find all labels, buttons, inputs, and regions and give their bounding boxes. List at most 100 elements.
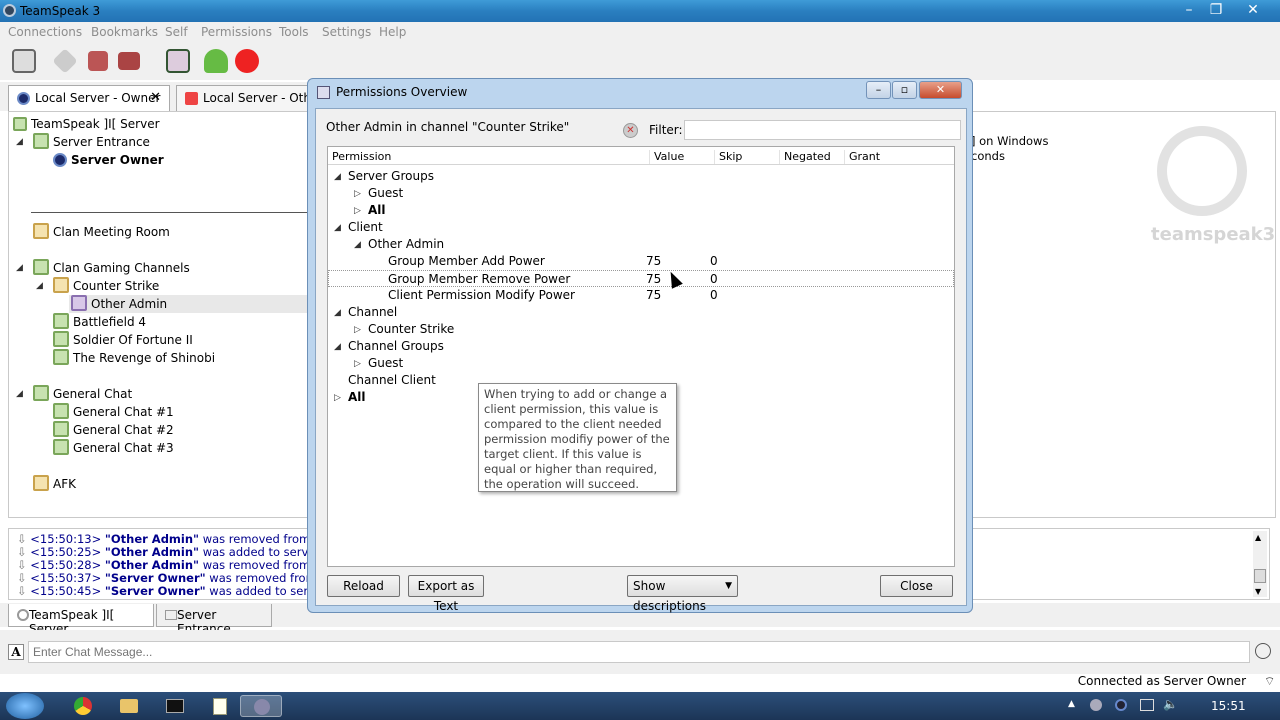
clear-filter-icon[interactable]: ✕ xyxy=(623,123,638,138)
tab-channel-chat[interactable]: Server Entrance xyxy=(156,604,272,636)
start-button[interactable] xyxy=(6,693,44,719)
info-panel: ] on Windows conds teamspeak3 xyxy=(970,111,1276,518)
tree-channel-gc1[interactable]: General Chat #1 xyxy=(53,403,174,421)
menu-tools[interactable]: Tools xyxy=(279,25,309,39)
menu-self[interactable]: Self xyxy=(165,25,188,39)
tree-row-channel-groups[interactable]: Channel Groups xyxy=(328,338,954,355)
server-status-icon xyxy=(17,92,30,105)
column-grant[interactable]: Grant xyxy=(844,150,880,164)
capture-icon[interactable] xyxy=(166,49,190,73)
log-scrollbar[interactable]: ▲ ▼ xyxy=(1253,531,1267,597)
collapse-arrow-icon[interactable]: ◢ xyxy=(16,389,23,399)
tree-row-counter-strike[interactable]: Counter Strike xyxy=(328,321,954,338)
contacts-icon[interactable] xyxy=(204,49,228,73)
tree-channel-gc3[interactable]: General Chat #3 xyxy=(53,439,174,457)
permission-value[interactable]: 75 xyxy=(646,253,661,270)
permission-row[interactable]: Group Member Add Power 75 0 xyxy=(328,253,954,270)
permission-skip[interactable]: 0 xyxy=(710,287,718,304)
scroll-down-icon[interactable]: ▼ xyxy=(1255,587,1261,596)
permission-value[interactable]: 75 xyxy=(646,287,661,304)
tree-row-channel[interactable]: Channel xyxy=(328,304,954,321)
dialog-minimize-button[interactable]: – xyxy=(866,81,891,99)
tree-channel-shinobi[interactable]: The Revenge of Shinobi xyxy=(53,349,215,367)
tree-channel-clan-meeting[interactable]: Clan Meeting Room xyxy=(33,223,170,241)
tree-client-other-admin[interactable]: Other Admin xyxy=(69,295,309,313)
chrome-icon[interactable] xyxy=(62,695,102,717)
menu-bookmarks[interactable]: Bookmarks xyxy=(91,25,158,39)
connect-icon[interactable] xyxy=(12,49,36,73)
permission-row-selected[interactable]: Group Member Remove Power 75 0 xyxy=(328,270,954,287)
dialog-maximize-button[interactable]: ▫ xyxy=(892,81,917,99)
minimize-button[interactable]: – xyxy=(1174,0,1204,20)
close-tab-icon[interactable]: ✕ xyxy=(150,90,161,105)
column-permission[interactable]: Permission xyxy=(328,150,391,164)
scroll-thumb[interactable] xyxy=(1254,569,1266,583)
column-skip[interactable]: Skip xyxy=(714,150,742,164)
tray-status-icon[interactable] xyxy=(1115,699,1127,711)
column-negated[interactable]: Negated xyxy=(779,150,831,164)
permission-skip[interactable]: 0 xyxy=(710,253,718,270)
tree-server[interactable]: TeamSpeak ]I[ Server xyxy=(13,115,160,133)
tray-expand-icon[interactable]: ▲ xyxy=(1068,699,1075,709)
scroll-up-icon[interactable]: ▲ xyxy=(1255,533,1261,542)
tree-channel-gc2[interactable]: General Chat #2 xyxy=(53,421,174,439)
tree-channel-general-chat[interactable]: General Chat xyxy=(33,385,132,403)
log-name: "Other Admin" xyxy=(104,558,200,572)
tree-row-guest[interactable]: Guest xyxy=(328,355,954,372)
wifi-icon: ⌔ xyxy=(1264,674,1276,688)
tab-local-server-owner[interactable]: Local Server - Owner ✕ xyxy=(8,85,170,111)
clock[interactable]: 15:51 xyxy=(1211,699,1246,713)
reload-button[interactable]: Reload xyxy=(327,575,400,597)
chat-input[interactable] xyxy=(28,641,1250,663)
collapse-arrow-icon[interactable]: ◢ xyxy=(36,281,43,291)
tab-local-server-other[interactable]: Local Server - Other A xyxy=(176,85,310,111)
collapse-arrow-icon[interactable]: ◢ xyxy=(16,263,23,273)
tree-row-all[interactable]: All xyxy=(328,202,954,219)
font-format-icon[interactable]: A xyxy=(8,644,24,660)
tree-channel-sof2[interactable]: Soldier Of Fortune II xyxy=(53,331,193,349)
menu-connections[interactable]: Connections xyxy=(8,25,82,39)
tree-channel-server-entrance[interactable]: Server Entrance xyxy=(33,133,150,151)
permission-skip[interactable]: 0 xyxy=(710,271,718,288)
tray-teamspeak-icon[interactable] xyxy=(1090,699,1102,711)
filter-input[interactable] xyxy=(684,120,961,140)
whisper-icon[interactable] xyxy=(235,49,259,73)
tree-channel-afk[interactable]: AFK xyxy=(33,475,76,493)
tab-server-chat[interactable]: TeamSpeak ]I[ Server xyxy=(8,604,154,636)
tree-channel-clan-gaming[interactable]: Clan Gaming Channels xyxy=(33,259,190,277)
close-button[interactable]: Close xyxy=(880,575,953,597)
tree-row-other-admin[interactable]: Other Admin xyxy=(328,236,954,253)
tree-channel-counter-strike[interactable]: Counter Strike xyxy=(53,277,159,295)
cmd-icon[interactable] xyxy=(154,695,194,717)
explorer-icon[interactable] xyxy=(108,695,148,717)
export-as-text-button[interactable]: Export as Text xyxy=(408,575,484,613)
tree-row-client[interactable]: Client xyxy=(328,219,954,236)
notepad-icon[interactable] xyxy=(200,695,240,717)
column-value[interactable]: Value xyxy=(649,150,684,164)
tree-client-server-owner[interactable]: Server Owner xyxy=(53,151,164,169)
tree-channel-bf4[interactable]: Battlefield 4 xyxy=(53,313,146,331)
volume-icon[interactable]: 🔈 xyxy=(1163,697,1178,711)
permission-value[interactable]: 75 xyxy=(646,271,661,288)
log-time: <15:50:13> xyxy=(30,532,102,546)
close-window-button[interactable]: ✕ xyxy=(1238,0,1268,20)
tree-row-server-groups[interactable]: Server Groups xyxy=(328,168,954,185)
tree-label: Battlefield 4 xyxy=(73,315,147,329)
mute-speakers-icon[interactable] xyxy=(118,52,140,70)
emoticon-icon[interactable] xyxy=(1255,643,1271,659)
row-label: Other Admin xyxy=(368,237,445,251)
dialog-close-icon[interactable]: ✕ xyxy=(919,81,962,99)
away-icon[interactable] xyxy=(88,51,108,71)
menu-permissions[interactable]: Permissions xyxy=(201,25,272,39)
teamspeak-taskbar-icon[interactable] xyxy=(240,695,282,717)
channel-password-icon xyxy=(33,475,49,491)
network-icon[interactable] xyxy=(1140,699,1154,711)
menu-settings[interactable]: Settings xyxy=(322,25,371,39)
disconnect-icon[interactable] xyxy=(52,48,78,74)
permission-row[interactable]: Client Permission Modify Power 75 0 xyxy=(328,287,954,304)
tree-row-guest[interactable]: Guest xyxy=(328,185,954,202)
show-descriptions-dropdown[interactable]: Show descriptions ▼ xyxy=(627,575,738,613)
menu-help[interactable]: Help xyxy=(379,25,406,39)
maximize-button[interactable]: ❐ xyxy=(1201,0,1231,20)
collapse-arrow-icon[interactable]: ◢ xyxy=(16,137,23,147)
